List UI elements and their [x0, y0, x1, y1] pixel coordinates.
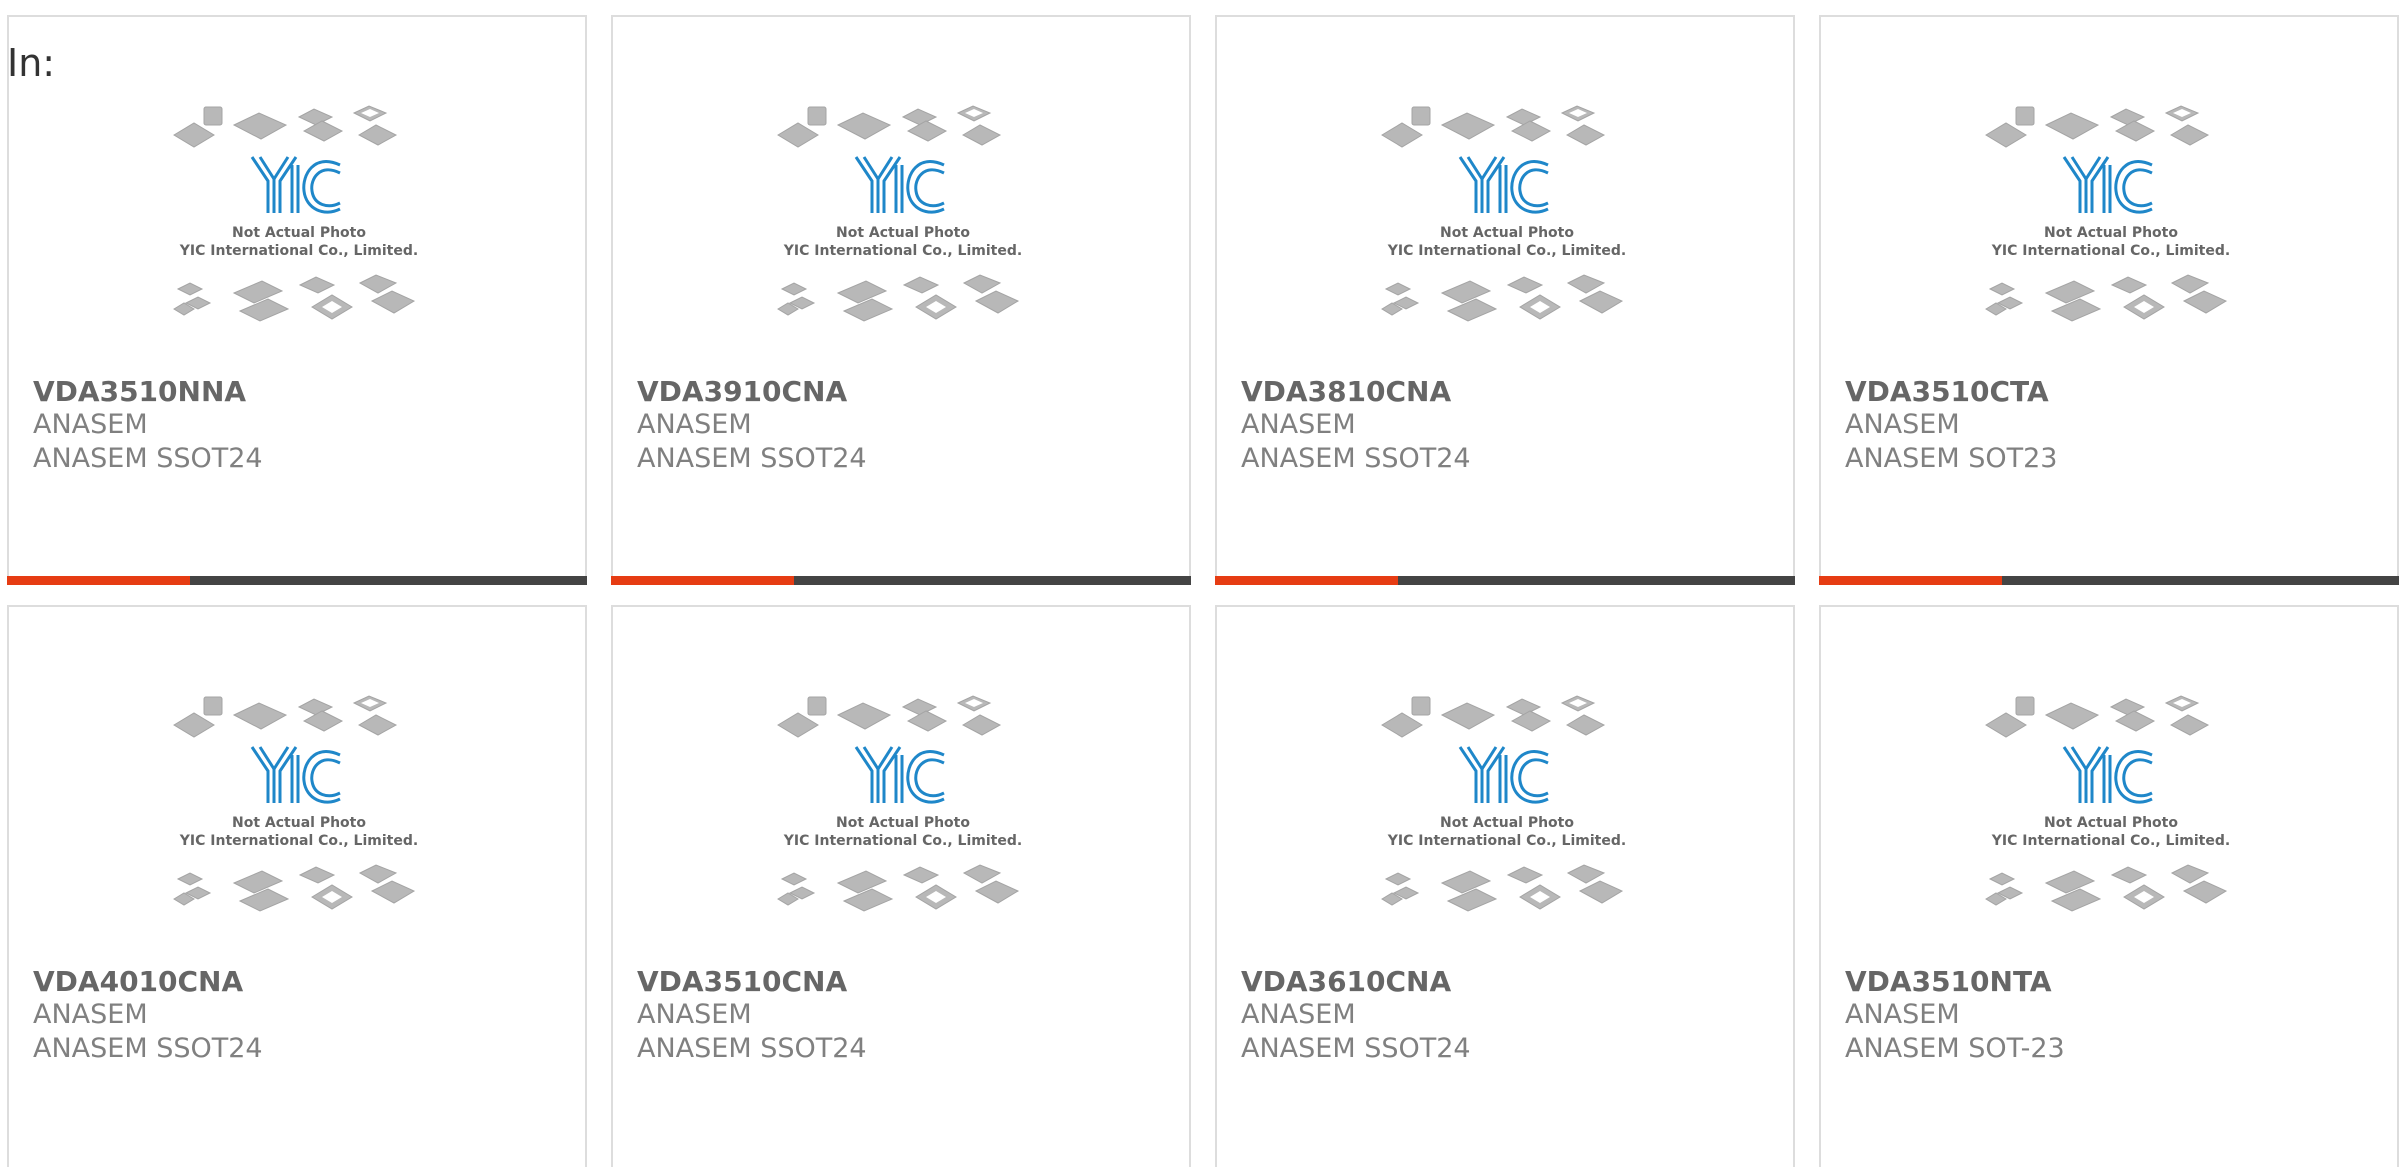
- manufacturer-name: ANASEM: [33, 409, 148, 440]
- package-description: ANASEM SSOT24: [637, 443, 867, 474]
- manufacturer-name: ANASEM: [1241, 999, 1356, 1030]
- product-photo-placeholder: Not Actual Photo YIC International Co., …: [768, 695, 1038, 955]
- yic-logo-icon: [2062, 746, 2153, 804]
- photo-caption-line1: Not Actual Photo: [1440, 815, 1574, 831]
- manufacturer-name: ANASEM: [637, 409, 752, 440]
- photo-caption-line2: YIC International Co., Limited.: [1991, 243, 2230, 259]
- yic-logo-icon: [2062, 156, 2153, 214]
- product-photo-placeholder: Not Actual Photo YIC International Co., …: [1372, 695, 1642, 955]
- product-card[interactable]: Not Actual Photo YIC International Co., …: [7, 15, 587, 585]
- manufacturer-name: ANASEM: [33, 999, 148, 1030]
- photo-caption-line1: Not Actual Photo: [1440, 225, 1574, 241]
- yic-logo-icon: [854, 746, 945, 804]
- part-number[interactable]: VDA3610CNA: [1241, 965, 1451, 998]
- card-progress-accent: [611, 576, 794, 585]
- card-progress-bar: [7, 576, 587, 585]
- card-progress-accent: [7, 576, 190, 585]
- photo-caption-line2: YIC International Co., Limited.: [783, 833, 1022, 849]
- manufacturer-name: ANASEM: [1845, 999, 1960, 1030]
- package-description: ANASEM SSOT24: [33, 443, 263, 474]
- product-grid-page: In: Not Actual Photo YIC International C…: [0, 0, 2400, 1167]
- part-number[interactable]: VDA3510NNA: [33, 375, 246, 408]
- part-number[interactable]: VDA3510NTA: [1845, 965, 2052, 998]
- photo-caption-line1: Not Actual Photo: [232, 815, 366, 831]
- photo-caption-line2: YIC International Co., Limited.: [783, 243, 1022, 259]
- photo-caption-line2: YIC International Co., Limited.: [1991, 833, 2230, 849]
- yic-logo-icon: [1458, 156, 1549, 214]
- package-description: ANASEM SSOT24: [1241, 1033, 1471, 1064]
- card-progress-accent: [1819, 576, 2002, 585]
- product-card[interactable]: Not Actual Photo YIC International Co., …: [1819, 605, 2399, 1167]
- product-photo-placeholder: Not Actual Photo YIC International Co., …: [1976, 105, 2246, 365]
- package-description: ANASEM SSOT24: [33, 1033, 263, 1064]
- part-number[interactable]: VDA3910CNA: [637, 375, 847, 408]
- manufacturer-name: ANASEM: [637, 999, 752, 1030]
- photo-caption-line1: Not Actual Photo: [836, 225, 970, 241]
- product-photo-placeholder: Not Actual Photo YIC International Co., …: [768, 105, 1038, 365]
- part-number[interactable]: VDA3510CTA: [1845, 375, 2049, 408]
- manufacturer-name: ANASEM: [1241, 409, 1356, 440]
- product-grid: Not Actual Photo YIC International Co., …: [7, 15, 2399, 1167]
- photo-caption-line2: YIC International Co., Limited.: [179, 833, 418, 849]
- product-card[interactable]: Not Actual Photo YIC International Co., …: [7, 605, 587, 1167]
- manufacturer-name: ANASEM: [1845, 409, 1960, 440]
- part-number[interactable]: VDA3510CNA: [637, 965, 847, 998]
- part-number[interactable]: VDA4010CNA: [33, 965, 243, 998]
- yic-logo-icon: [250, 156, 341, 214]
- card-progress-bar: [611, 576, 1191, 585]
- photo-caption-line1: Not Actual Photo: [232, 225, 366, 241]
- card-progress-bar: [1215, 576, 1795, 585]
- part-number[interactable]: VDA3810CNA: [1241, 375, 1451, 408]
- product-card[interactable]: Not Actual Photo YIC International Co., …: [1215, 605, 1795, 1167]
- package-description: ANASEM SSOT24: [1241, 443, 1471, 474]
- package-description: ANASEM SOT23: [1845, 443, 2058, 474]
- yic-logo-icon: [1458, 746, 1549, 804]
- photo-caption-line1: Not Actual Photo: [2044, 225, 2178, 241]
- product-card[interactable]: Not Actual Photo YIC International Co., …: [611, 15, 1191, 585]
- product-photo-placeholder: Not Actual Photo YIC International Co., …: [1976, 695, 2246, 955]
- filter-label: In:: [7, 41, 56, 85]
- photo-caption-line2: YIC International Co., Limited.: [1387, 833, 1626, 849]
- product-card[interactable]: Not Actual Photo YIC International Co., …: [611, 605, 1191, 1167]
- yic-logo-icon: [854, 156, 945, 214]
- product-card[interactable]: Not Actual Photo YIC International Co., …: [1819, 15, 2399, 585]
- card-progress-bar: [1819, 576, 2399, 585]
- product-card[interactable]: Not Actual Photo YIC International Co., …: [1215, 15, 1795, 585]
- product-photo-placeholder: Not Actual Photo YIC International Co., …: [164, 105, 434, 365]
- product-photo-placeholder: Not Actual Photo YIC International Co., …: [1372, 105, 1642, 365]
- yic-logo-icon: [250, 746, 341, 804]
- photo-caption-line2: YIC International Co., Limited.: [1387, 243, 1626, 259]
- photo-caption-line1: Not Actual Photo: [836, 815, 970, 831]
- card-progress-accent: [1215, 576, 1398, 585]
- package-description: ANASEM SSOT24: [637, 1033, 867, 1064]
- product-photo-placeholder: Not Actual Photo YIC International Co., …: [164, 695, 434, 955]
- photo-caption-line2: YIC International Co., Limited.: [179, 243, 418, 259]
- photo-caption-line1: Not Actual Photo: [2044, 815, 2178, 831]
- package-description: ANASEM SOT-23: [1845, 1033, 2065, 1064]
